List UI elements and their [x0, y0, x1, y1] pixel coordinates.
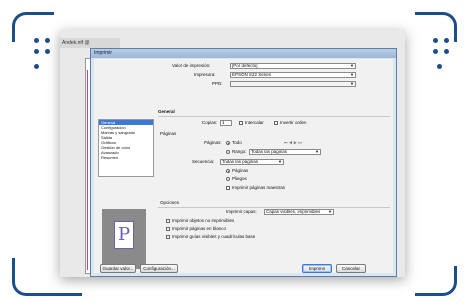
screenshot-card: Andek.ntf @ Imprimir Valor de impresión:… [60, 30, 405, 277]
sidebar-list: General Configuración Marcas y sangrado … [98, 119, 154, 177]
divider [158, 207, 390, 208]
todo-radio[interactable] [226, 141, 230, 145]
opt3-checkbox[interactable] [166, 235, 170, 239]
copias-input[interactable]: 1 [220, 120, 232, 126]
margin-guide-left [87, 70, 88, 270]
sidebar-item-resumen[interactable]: Resumen [99, 155, 153, 160]
decorative-dots-right [433, 38, 451, 56]
capas-select[interactable]: Capas visibles, imprimibles ▼ [264, 209, 334, 215]
page-preview: P [102, 209, 146, 269]
valor-label: Valor de impresión: [172, 63, 211, 68]
pliegos-label: Pliegos [232, 176, 247, 181]
decorative-dot-left [34, 64, 39, 69]
rango-radio[interactable] [226, 150, 230, 154]
dialog-title: Imprimir [91, 49, 396, 58]
print-dialog: Imprimir Valor de impresión: [Por defect… [90, 48, 397, 277]
imprimir-button[interactable]: Imprimir [302, 264, 332, 273]
opt3-label: Imprimir guías visibles y cuadrículas ba… [172, 234, 256, 239]
chevron-down-icon: ▼ [328, 209, 332, 214]
opt2-checkbox[interactable] [166, 227, 170, 231]
divider [158, 116, 390, 117]
rango-select[interactable]: Todas las páginas ▼ [249, 149, 321, 155]
pliegos-radio[interactable] [226, 177, 230, 181]
chevron-down-icon: ▼ [278, 159, 282, 164]
intercalar-label: Intercalar [245, 120, 264, 125]
capas-label: Imprimir capas: [226, 209, 257, 214]
chevron-down-icon: ▼ [350, 81, 354, 86]
page-nav-icons[interactable]: ⏮ ◀ ▶ ⏭ [284, 140, 302, 146]
preview-page-icon: P [114, 221, 134, 249]
dialog-body: Valor de impresión: [Por defecto] ▼ Impre… [94, 59, 393, 273]
intercalar-checkbox[interactable] [239, 121, 243, 125]
opt1-label: Imprimir objetos no imprimibles [172, 218, 235, 223]
configuracion-button[interactable]: Configuración... [140, 264, 178, 273]
chevron-down-icon: ▼ [315, 149, 319, 154]
invertir-label: Invertir orden [280, 120, 307, 125]
rango-label: Rango: [232, 149, 247, 154]
opt2-label: Imprimir páginas en blanco [172, 226, 227, 231]
opt1-checkbox[interactable] [166, 219, 170, 223]
document-tab[interactable]: Andek.ntf @ [60, 38, 120, 48]
impresora-label: Impresora: [194, 72, 216, 77]
secuencia-select[interactable]: Todas las páginas ▼ [220, 159, 284, 165]
todo-label: Todo [232, 140, 242, 145]
maestras-label: Imprimir páginas maestras [232, 185, 286, 190]
secuencia-label: Secuencia: [192, 159, 215, 164]
ppd-select[interactable]: ▼ [230, 81, 356, 87]
invertir-checkbox[interactable] [274, 121, 278, 125]
decorative-dots-left [34, 38, 52, 56]
guardar-valor-button[interactable]: Guardar valor... [100, 264, 136, 273]
opciones-title: Opciones [160, 200, 180, 205]
paginas-radio-label: Páginas [232, 168, 249, 173]
paginas-radio[interactable] [226, 169, 230, 173]
maestras-checkbox[interactable] [226, 186, 230, 190]
copias-label: Copias: [202, 120, 218, 125]
decorative-dot-right [437, 64, 442, 69]
general-title: General [158, 109, 175, 114]
impresora-select[interactable]: EPSON S22 Series ▼ [230, 72, 356, 78]
chevron-down-icon: ▼ [350, 63, 354, 68]
paginas-title: Páginas [160, 131, 177, 136]
chevron-down-icon: ▼ [350, 72, 354, 77]
valor-select[interactable]: [Por defecto] ▼ [230, 63, 356, 69]
frame-corner-bottom-right [415, 266, 457, 296]
ppd-label: PPD: [212, 81, 223, 86]
paginas-label: Páginas: [204, 140, 222, 145]
cancelar-button[interactable]: Cancelar [336, 264, 366, 273]
